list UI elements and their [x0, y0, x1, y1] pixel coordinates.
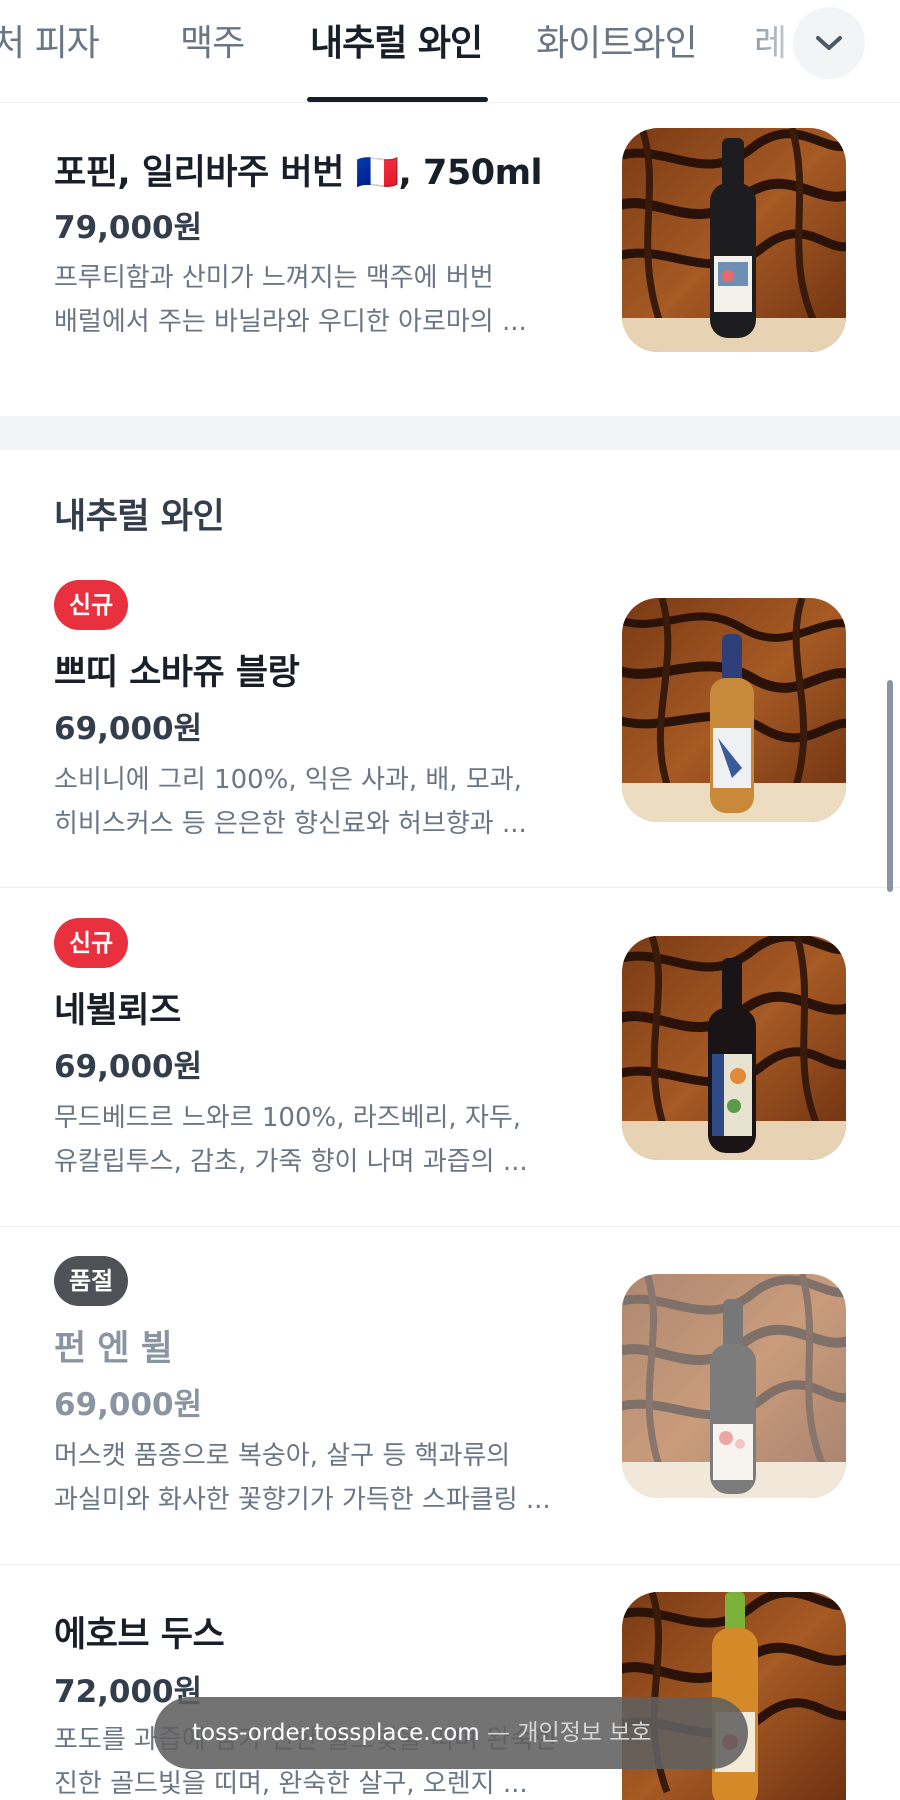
chevron-down-icon: [816, 36, 842, 50]
menu-item-photo: [622, 1274, 846, 1498]
soldout-badge: 품절: [54, 1256, 129, 1306]
url-domain: toss-order.tossplace.com: [192, 1720, 480, 1746]
section-title: 내추럴 와인: [54, 497, 225, 537]
item-divider: [0, 887, 900, 888]
menu-item-price: 69,000원: [54, 1049, 203, 1085]
menu-item-description: 머스캣 품종으로 복숭아, 살구 등 핵과류의 과실미와 화사한 꽃향기가 가득…: [54, 1441, 551, 1515]
category-expand-button[interactable]: [793, 7, 865, 79]
menu-item-name: 포핀, 일리바주 버번 🇫🇷, 750ml: [54, 153, 543, 193]
new-badge: 신규: [54, 580, 129, 630]
privacy-label: 개인정보 보호: [517, 1720, 652, 1746]
url-toast: toss-order.tossplace.com — 개인정보 보호: [154, 1697, 748, 1769]
item-divider: [0, 1564, 900, 1565]
scrollbar[interactable]: [887, 680, 893, 892]
menu-item-description: 소비니에 그리 100%, 익은 사과, 배, 모과, 히비스커스 등 은은한 …: [54, 765, 527, 839]
menu-item-description: 무드베드르 느와르 100%, 라즈베리, 자두, 유칼립투스, 감초, 가죽 …: [54, 1103, 528, 1177]
item-divider: [0, 1226, 900, 1227]
menu-item-photo: [622, 598, 846, 822]
tab-white-wine[interactable]: 화이트와인: [536, 14, 698, 66]
category-tab-bar: 처 피자 맥주 내추럴 와인 화이트와인 레: [0, 0, 900, 103]
active-tab-indicator: [307, 97, 488, 102]
menu-item-name: 에호브 두스: [54, 1615, 225, 1655]
menu-item-description: 프루티함과 산미가 느껴지는 맥주에 버번 배럴에서 주는 바닐라와 우디한 아…: [54, 263, 527, 337]
menu-item-price: 69,000원: [54, 1387, 203, 1423]
new-badge: 신규: [54, 918, 129, 968]
menu-item-name: 쁘띠 소바쥬 블랑: [54, 653, 300, 693]
tab-natural-wine[interactable]: 내추럴 와인: [310, 14, 483, 66]
menu-item-photo: [622, 128, 846, 352]
menu-item-name: 펀 엔 뷜: [54, 1329, 173, 1369]
menu-item-price: 79,000원: [54, 210, 203, 246]
section-separator: [0, 416, 900, 450]
menu-item-price: 69,000원: [54, 711, 203, 747]
menu-item-name: 네뷜뢰즈: [54, 991, 181, 1031]
url-separator: —: [479, 1720, 518, 1746]
tab-beer[interactable]: 맥주: [180, 14, 245, 66]
menu-item-photo: [622, 936, 846, 1160]
tab-signature-pizza[interactable]: 처 피자: [0, 14, 100, 66]
